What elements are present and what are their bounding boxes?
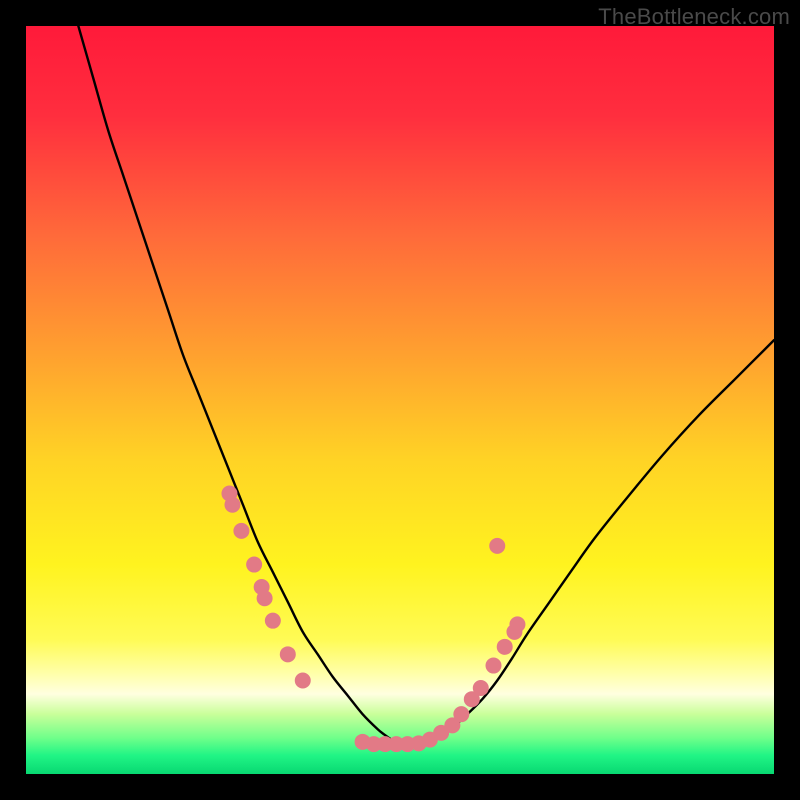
data-marker [497, 639, 513, 655]
data-marker [489, 538, 505, 554]
marker-layer [26, 26, 774, 774]
data-marker [486, 658, 502, 674]
data-marker [233, 523, 249, 539]
data-marker [224, 497, 240, 513]
data-marker [265, 613, 281, 629]
watermark-text: TheBottleneck.com [598, 4, 790, 30]
plot-frame [26, 26, 774, 774]
data-marker [453, 706, 469, 722]
marker-group [221, 486, 525, 753]
data-marker [246, 557, 262, 573]
data-marker [473, 680, 489, 696]
data-marker [257, 590, 273, 606]
data-marker [295, 673, 311, 689]
data-marker [280, 646, 296, 662]
data-marker [509, 616, 525, 632]
